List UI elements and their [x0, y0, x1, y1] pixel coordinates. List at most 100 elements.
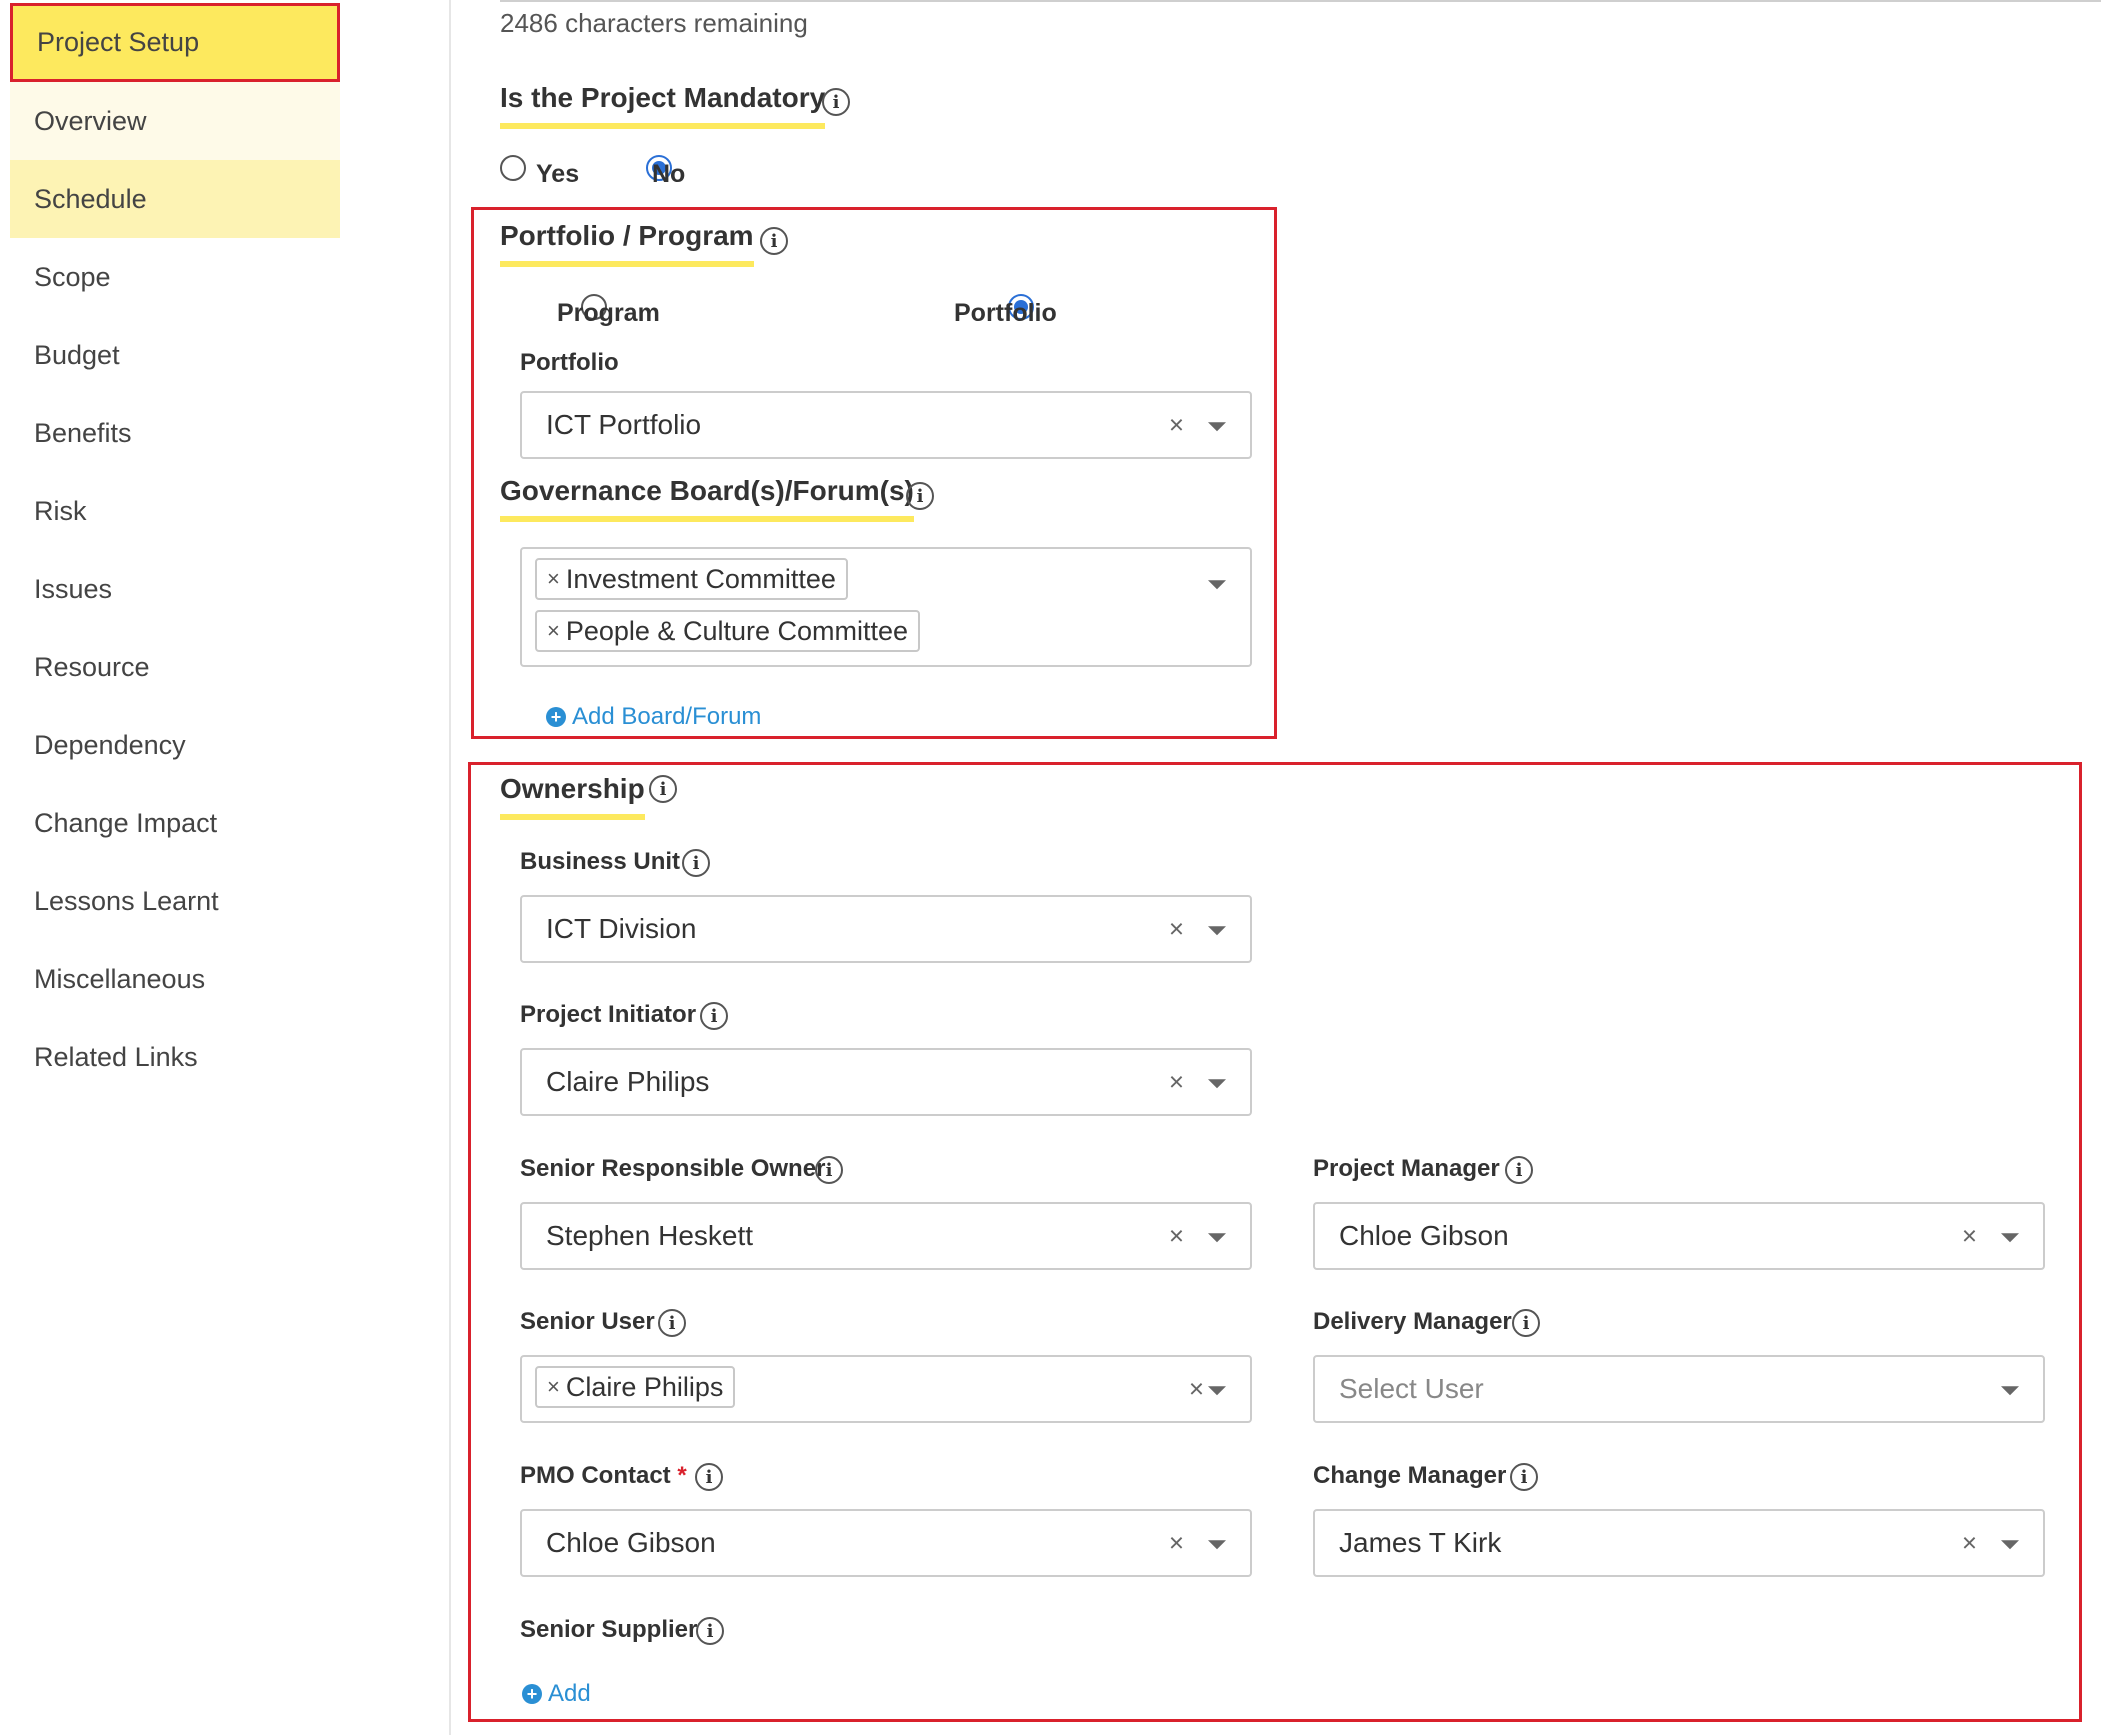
project-initiator-label: Project Initiator: [520, 1001, 697, 1028]
delivery-manager-select[interactable]: Select User: [1313, 1355, 2045, 1423]
characters-remaining: 2486 characters remaining: [500, 8, 808, 38]
info-icon[interactable]: i: [700, 1002, 728, 1030]
chevron-down-icon[interactable]: [2001, 1386, 2019, 1396]
plus-circle-icon: +: [522, 1684, 542, 1704]
mandatory-yes-radio[interactable]: [500, 155, 526, 181]
tag-label: People & Culture Committee: [565, 615, 909, 646]
sidebar-item-lessons-learnt[interactable]: Lessons Learnt: [10, 862, 340, 940]
chevron-down-icon[interactable]: [1208, 1233, 1226, 1243]
project-initiator-select[interactable]: Claire Philips ×: [520, 1048, 1252, 1116]
sidebar-item-budget[interactable]: Budget: [10, 316, 340, 394]
clear-icon[interactable]: ×: [1189, 1374, 1204, 1405]
add-board-forum-link[interactable]: + Add Board/Forum: [546, 703, 761, 731]
pmo-contact-label-text: PMO Contact: [520, 1462, 671, 1489]
description-textarea-bottom-edge[interactable]: [500, 0, 2101, 2]
project-manager-select[interactable]: Chloe Gibson ×: [1313, 1202, 2045, 1270]
mandatory-yes-label[interactable]: Yes: [536, 160, 579, 189]
ownership-section-title: Ownership: [500, 773, 645, 820]
business-unit-select[interactable]: ICT Division ×: [520, 895, 1252, 963]
sidebar-item-schedule[interactable]: Schedule: [10, 160, 340, 238]
chevron-down-icon[interactable]: [1208, 926, 1226, 936]
sidebar-divider: [449, 0, 451, 1735]
info-icon[interactable]: i: [906, 482, 934, 510]
senior-responsible-owner-label: Senior Responsible Owner: [520, 1155, 826, 1182]
clear-icon[interactable]: ×: [1169, 914, 1184, 945]
portfolio-radio-label[interactable]: Portfolio: [954, 299, 1057, 328]
delivery-manager-label: Delivery Manager: [1313, 1308, 1512, 1335]
remove-tag-icon[interactable]: ×: [547, 566, 560, 592]
project-manager-value: Chloe Gibson: [1339, 1220, 1509, 1251]
info-icon[interactable]: i: [760, 227, 788, 255]
portfolio-select-value: ICT Portfolio: [546, 409, 702, 440]
clear-icon[interactable]: ×: [1962, 1528, 1977, 1559]
change-manager-value: James T Kirk: [1339, 1527, 1502, 1558]
info-icon[interactable]: i: [695, 1463, 723, 1491]
info-icon[interactable]: i: [1505, 1156, 1533, 1184]
clear-icon[interactable]: ×: [1169, 1221, 1184, 1252]
sidebar-item-benefits[interactable]: Benefits: [10, 394, 340, 472]
senior-supplier-label: Senior Supplier: [520, 1616, 698, 1643]
business-unit-value: ICT Division: [546, 913, 697, 944]
info-icon[interactable]: i: [822, 88, 850, 116]
portfolio-field-label: Portfolio: [520, 349, 619, 376]
senior-responsible-owner-value: Stephen Heskett: [546, 1220, 754, 1251]
sidebar-item-resource[interactable]: Resource: [10, 628, 340, 706]
info-icon[interactable]: i: [682, 849, 710, 877]
remove-tag-icon[interactable]: ×: [547, 1374, 560, 1400]
chevron-down-icon[interactable]: [1208, 1079, 1226, 1089]
governance-tag-people-culture-committee: × People & Culture Committee: [535, 610, 921, 652]
portfolio-select[interactable]: ICT Portfolio ×: [520, 391, 1252, 459]
required-marker: *: [677, 1462, 687, 1489]
ownership-title: Ownership: [500, 773, 645, 820]
add-board-forum-label: Add Board/Forum: [572, 703, 762, 730]
add-senior-supplier-label: Add: [548, 1680, 591, 1707]
governance-tag-investment-committee: × Investment Committee: [535, 558, 848, 600]
governance-section-title: Governance Board(s)/Forum(s): [500, 475, 914, 522]
info-icon[interactable]: i: [658, 1309, 686, 1337]
sidebar-item-issues[interactable]: Issues: [10, 550, 340, 628]
pmo-contact-select[interactable]: Chloe Gibson ×: [520, 1509, 1252, 1577]
clear-icon[interactable]: ×: [1169, 1067, 1184, 1098]
project-initiator-value: Claire Philips: [546, 1066, 710, 1097]
senior-user-label: Senior User: [520, 1308, 655, 1335]
program-radio-label[interactable]: Program: [557, 299, 660, 328]
sidebar-nav: Project Setup Overview Schedule Scope Bu…: [0, 0, 340, 1735]
pmo-contact-label: PMO Contact *: [520, 1462, 687, 1490]
sidebar-item-change-impact[interactable]: Change Impact: [10, 784, 340, 862]
info-icon[interactable]: i: [1512, 1309, 1540, 1337]
chevron-down-icon[interactable]: [1208, 580, 1226, 590]
chevron-down-icon[interactable]: [1208, 422, 1226, 432]
sidebar-item-miscellaneous[interactable]: Miscellaneous: [10, 940, 340, 1018]
info-icon[interactable]: i: [696, 1617, 724, 1645]
change-manager-label: Change Manager: [1313, 1462, 1507, 1489]
clear-icon[interactable]: ×: [1962, 1221, 1977, 1252]
info-icon[interactable]: i: [649, 775, 677, 803]
sidebar-item-related-links[interactable]: Related Links: [10, 1018, 340, 1096]
chevron-down-icon[interactable]: [2001, 1233, 2019, 1243]
clear-icon[interactable]: ×: [1169, 410, 1184, 441]
portfolio-program-section-title: Portfolio / Program: [500, 220, 754, 267]
sidebar-item-dependency[interactable]: Dependency: [10, 706, 340, 784]
clear-icon[interactable]: ×: [1169, 1528, 1184, 1559]
mandatory-no-label[interactable]: No: [652, 160, 685, 189]
chevron-down-icon[interactable]: [1208, 1386, 1226, 1396]
mandatory-title: Is the Project Mandatory: [500, 82, 826, 129]
add-senior-supplier-link[interactable]: + Add: [522, 1680, 591, 1708]
chevron-down-icon[interactable]: [1208, 1540, 1226, 1550]
sidebar-item-risk[interactable]: Risk: [10, 472, 340, 550]
change-manager-select[interactable]: James T Kirk ×: [1313, 1509, 2045, 1577]
info-icon[interactable]: i: [1510, 1463, 1538, 1491]
sidebar-item-project-setup[interactable]: Project Setup: [10, 3, 340, 82]
business-unit-label: Business Unit: [520, 848, 681, 875]
chevron-down-icon[interactable]: [2001, 1540, 2019, 1550]
senior-responsible-owner-select[interactable]: Stephen Heskett ×: [520, 1202, 1252, 1270]
delivery-manager-placeholder: Select User: [1339, 1373, 1484, 1404]
info-icon[interactable]: i: [815, 1156, 843, 1184]
governance-title: Governance Board(s)/Forum(s): [500, 475, 914, 522]
sidebar-item-scope[interactable]: Scope: [10, 238, 340, 316]
tag-label: Claire Philips: [565, 1371, 724, 1402]
pmo-contact-value: Chloe Gibson: [546, 1527, 716, 1558]
senior-user-tag: × Claire Philips: [535, 1366, 736, 1408]
remove-tag-icon[interactable]: ×: [547, 618, 560, 644]
sidebar-item-overview[interactable]: Overview: [10, 82, 340, 160]
